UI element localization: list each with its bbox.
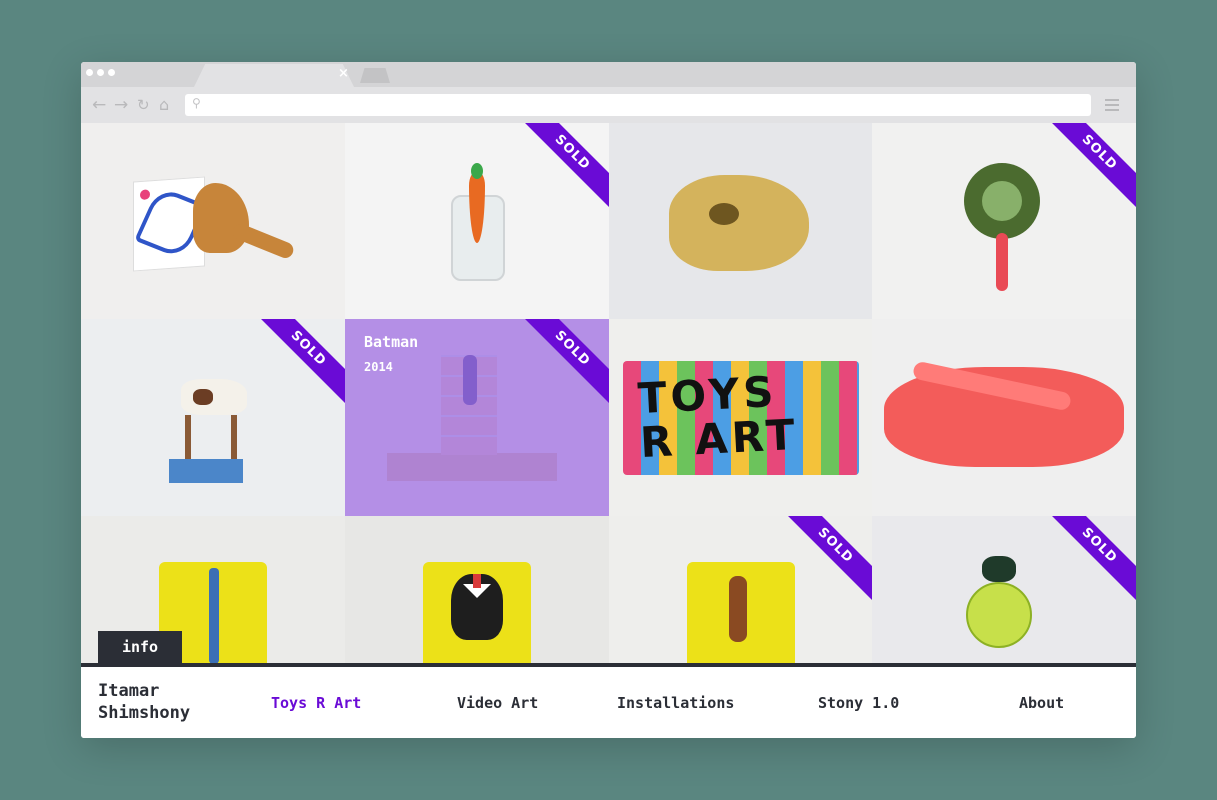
tile-tennis-ball-gator[interactable]: SOLD	[872, 516, 1136, 663]
site-brand[interactable]: Itamar Shimshony	[98, 680, 190, 724]
nav-video-art[interactable]: Video Art	[457, 694, 538, 712]
tile-gold-sculpture[interactable]	[609, 123, 872, 319]
sold-ribbon: SOLD	[514, 123, 609, 211]
nav-about[interactable]: About	[1019, 694, 1064, 712]
nav-installations[interactable]: Installations	[617, 694, 734, 712]
browser-toolbar: ← → ↻ ⌂ ⚲	[81, 87, 1136, 123]
sold-ribbon: SOLD	[1041, 123, 1136, 211]
brand-first-name: Itamar	[98, 681, 160, 701]
tile-dinosaur-painting[interactable]	[81, 123, 345, 319]
tile-yellow-foam-helmet[interactable]	[345, 516, 609, 663]
reload-icon[interactable]: ↻	[137, 95, 150, 115]
minimize-window-dot[interactable]	[97, 69, 104, 76]
nav-toys-r-art[interactable]: Toys R Art	[271, 694, 361, 712]
artwork-grid: SOLD SOLD SOLD Batman 2014 SOLD TOYS R ART SOLD S…	[81, 123, 1136, 663]
tile-batman-blocks[interactable]: Batman 2014 SOLD	[345, 319, 609, 516]
browser-titlebar: ×	[81, 62, 1136, 87]
tile-red-sculpture[interactable]	[872, 319, 1136, 516]
tile-yellow-foam-insect[interactable]: SOLD	[609, 516, 872, 663]
forward-arrow-icon[interactable]: →	[114, 95, 128, 115]
window-controls	[86, 69, 115, 76]
sold-ribbon: SOLD	[250, 319, 345, 407]
browser-window: × ← → ↻ ⌂ ⚲ SOLD SOLD SOLD Batman 2014 SOLD TO…	[81, 62, 1136, 738]
tile-toy-horse[interactable]: SOLD	[81, 319, 345, 516]
new-tab-button[interactable]	[360, 68, 390, 83]
info-button[interactable]: info	[98, 631, 182, 663]
sold-ribbon: SOLD	[1041, 516, 1136, 604]
brand-last-name: Shimshony	[98, 703, 191, 723]
artwork-title: Batman	[364, 333, 419, 351]
tile-chia-head[interactable]: SOLD	[872, 123, 1136, 319]
close-window-dot[interactable]	[86, 69, 93, 76]
search-icon: ⚲	[192, 96, 201, 110]
back-arrow-icon[interactable]: ←	[92, 95, 106, 115]
hamburger-menu-icon[interactable]	[1105, 99, 1119, 114]
close-tab-icon[interactable]: ×	[338, 66, 349, 81]
site-footer: Itamar Shimshony Toys R Art Video Art In…	[81, 667, 1136, 738]
nav-stony[interactable]: Stony 1.0	[818, 694, 899, 712]
maximize-window-dot[interactable]	[108, 69, 115, 76]
tile-carrot-jar[interactable]: SOLD	[345, 123, 609, 319]
home-icon[interactable]: ⌂	[159, 95, 169, 115]
browser-tab[interactable]	[194, 64, 354, 87]
address-bar[interactable]: ⚲	[185, 94, 1091, 116]
artwork-year: 2014	[364, 360, 393, 374]
tile-toys-r-art-cards[interactable]: TOYS R ART	[609, 319, 872, 516]
